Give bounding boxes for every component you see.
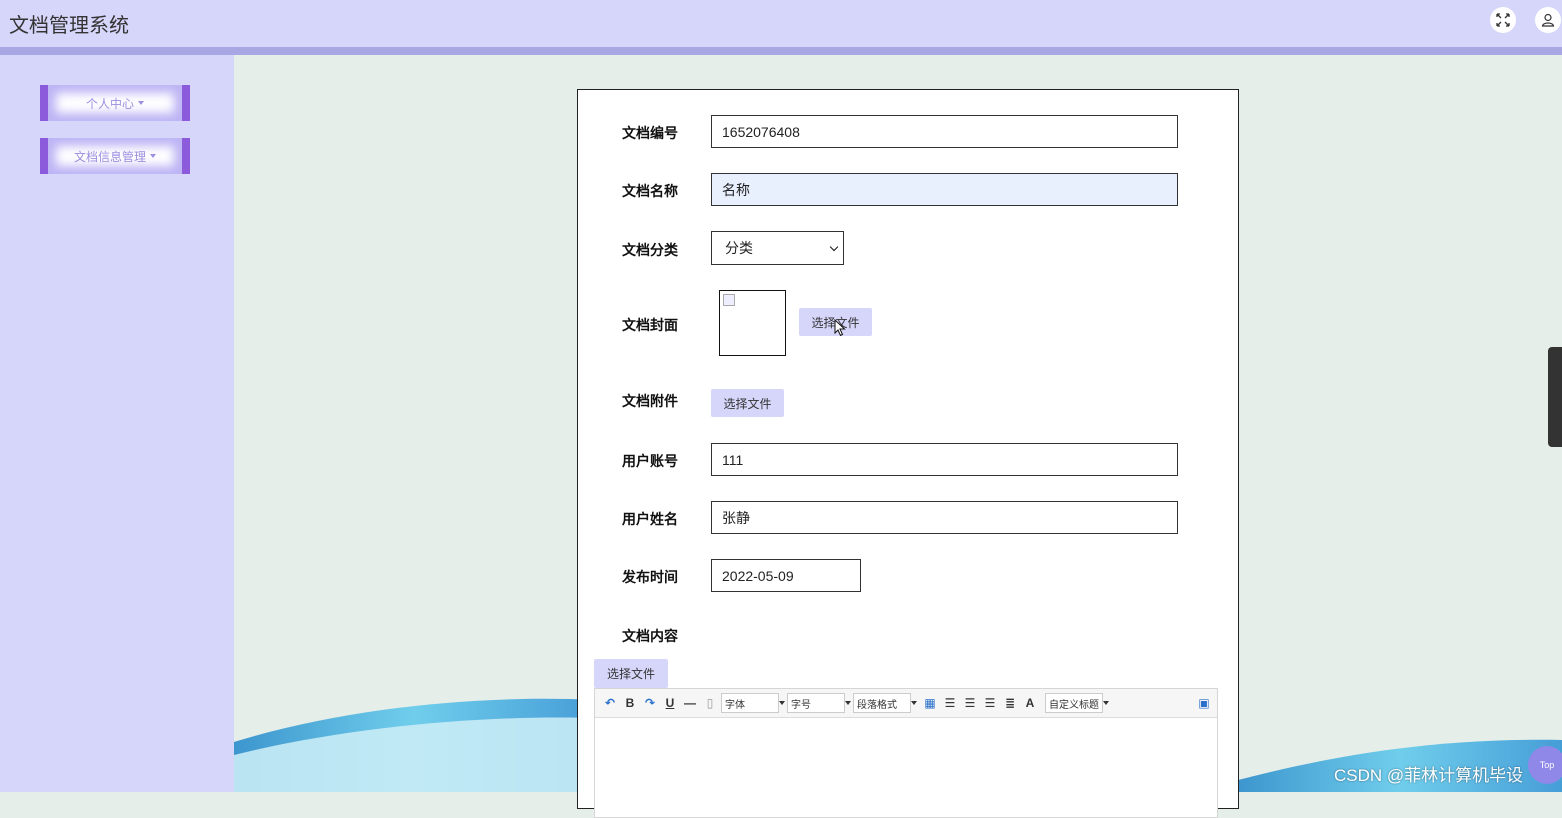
user-name-label: 用户姓名 [622, 511, 678, 527]
paragraph-format-label: 段落格式 [857, 699, 897, 711]
fullscreen-button[interactable] [1490, 7, 1516, 33]
user-account-input[interactable]: 111 [711, 443, 1178, 476]
sidebar-item-label: 文档信息管理 [73, 149, 146, 164]
watermark: CSDN @菲林计算机毕设 [1334, 766, 1524, 785]
cover-image-preview [719, 290, 786, 356]
user-icon [1541, 13, 1555, 27]
top-bar-divider [0, 47, 1562, 55]
mouse-cursor-icon [834, 319, 846, 337]
caret-down-icon [911, 701, 917, 705]
user-name-input[interactable]: 张静 [711, 501, 1178, 534]
custom-title-select[interactable]: 自定义标题 [1045, 693, 1109, 713]
back-to-top-button[interactable]: Top [1528, 746, 1562, 784]
align-right-icon[interactable]: ☰ [961, 694, 979, 712]
font-family-label: 字体 [725, 699, 745, 711]
doc-name-input[interactable]: 名称 [711, 173, 1178, 206]
broken-image-icon [723, 294, 735, 306]
font-size-label: 字号 [791, 699, 811, 711]
bold-button[interactable]: B [621, 694, 639, 712]
caret-down-icon [779, 701, 785, 705]
sidebar: 个人中心 文档信息管理 [0, 55, 234, 792]
user-account-label: 用户账号 [622, 453, 678, 469]
doc-category-selected: 分类 [725, 240, 753, 256]
paragraph-format-select[interactable]: 段落格式 [853, 693, 917, 713]
doc-number-input[interactable]: 1652076408 [711, 115, 1178, 148]
attachment-choose-file-button[interactable]: 选择文件 [711, 389, 784, 417]
align-center-icon[interactable]: ☰ [981, 694, 999, 712]
user-menu-button[interactable] [1535, 7, 1561, 33]
app-title: 文档管理系统 [9, 15, 129, 37]
side-panel-tab[interactable] [1548, 347, 1562, 447]
doc-number-label: 文档编号 [622, 125, 678, 141]
horizontal-rule-icon[interactable]: — [681, 694, 699, 712]
custom-title-label: 自定义标题 [1049, 699, 1099, 711]
sidebar-item-document-management[interactable]: 文档信息管理 [40, 138, 190, 174]
undo-icon[interactable]: ↶ [601, 694, 619, 712]
font-color-button[interactable]: A [1021, 694, 1039, 712]
align-left-icon[interactable]: ☰ [941, 694, 959, 712]
font-color-label: A [1025, 696, 1035, 710]
table-icon[interactable]: ▦ [921, 694, 939, 712]
top-bar: 文档管理系统 [0, 0, 1562, 47]
rich-text-editor: ↶ B ↷ U — ▯ 字体 字号 段落格式 ▦ ☰ ☰ ☰ ≣ A 自定义标题… [594, 688, 1218, 818]
doc-attachment-label: 文档附件 [622, 393, 678, 409]
font-family-select[interactable]: 字体 [721, 693, 785, 713]
sidebar-item-label: 个人中心 [85, 96, 134, 111]
editor-toolbar: ↶ B ↷ U — ▯ 字体 字号 段落格式 ▦ ☰ ☰ ☰ ≣ A 自定义标题… [595, 689, 1217, 718]
document-form: 文档编号 1652076408 文档名称 名称 文档分类 分类 文档封面 选择文… [577, 89, 1239, 818]
font-size-select[interactable]: 字号 [787, 693, 851, 713]
doc-content-label: 文档内容 [622, 628, 678, 644]
publish-time-label: 发布时间 [622, 569, 678, 585]
preview-icon[interactable]: ▣ [1195, 694, 1213, 712]
caret-down-icon [845, 701, 851, 705]
publish-time-input[interactable]: 2022-05-09 [711, 559, 861, 592]
sidebar-item-personal-center[interactable]: 个人中心 [40, 85, 190, 121]
caret-down-icon [1103, 701, 1109, 705]
doc-cover-label: 文档封面 [622, 317, 678, 333]
redo-icon[interactable]: ↷ [641, 694, 659, 712]
chevron-down-icon [829, 242, 839, 252]
doc-category-select[interactable]: 分类 [711, 231, 844, 265]
caret-down-icon [138, 101, 144, 105]
caret-down-icon [150, 154, 156, 158]
expand-arrows-icon [1496, 13, 1510, 27]
doc-name-label: 文档名称 [622, 183, 678, 199]
content-choose-file-button[interactable]: 选择文件 [594, 659, 668, 688]
align-justify-icon[interactable]: ≣ [1001, 694, 1019, 712]
underline-button[interactable]: U [661, 694, 679, 712]
doc-category-label: 文档分类 [622, 242, 678, 258]
page-icon[interactable]: ▯ [701, 694, 719, 712]
